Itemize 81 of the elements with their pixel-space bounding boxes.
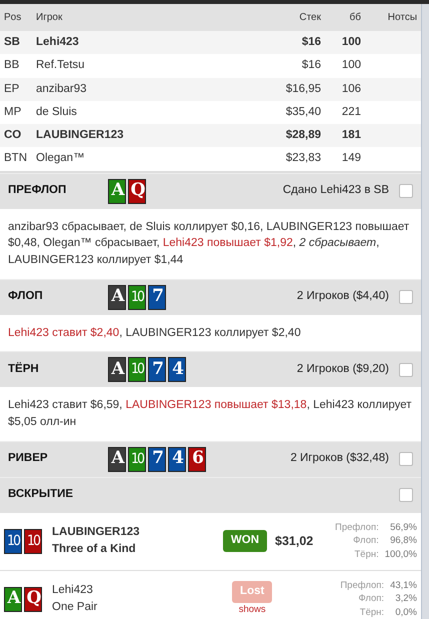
street-info: Сдано Lehi423 в SB	[282, 183, 389, 198]
table-cell: 181	[325, 124, 365, 148]
street-info: 2 Игроков ($9,20)	[296, 362, 389, 378]
hand-name: Three of a Kind	[52, 542, 137, 558]
playing-card: A	[108, 178, 126, 204]
street-info: 2 Игроков ($4,40)	[296, 289, 389, 304]
street-title: ФЛОП	[8, 289, 44, 304]
note-checkbox[interactable]	[399, 290, 413, 304]
street-info: 2 Игроков ($32,48)	[290, 451, 389, 466]
action-text: Lehi423 ставит $2,40, LAUBINGER123 коллирует $2,40	[7, 326, 302, 341]
playing-card: 10	[128, 357, 146, 382]
playing-card: 10	[24, 528, 42, 554]
note-checkbox[interactable]	[399, 488, 413, 502]
playing-card: 7	[148, 357, 166, 382]
table-cell: LAUBINGER123	[32, 124, 234, 148]
table-cell: CO	[0, 124, 32, 148]
table-cell: EP	[0, 78, 32, 101]
equity-value: 0,0%	[394, 606, 417, 619]
table-cell: 221	[325, 100, 365, 124]
result-badge: Lost	[232, 581, 272, 603]
amount: $31,02	[275, 532, 314, 550]
table-cell: BB	[0, 54, 32, 78]
equity-label: Тёрн:	[358, 606, 384, 619]
street-title: РИВЕР	[8, 451, 49, 466]
column-header: Стек	[234, 4, 325, 31]
table-cell: Ref.Tetsu	[32, 54, 234, 78]
playing-card: 6	[188, 446, 206, 472]
equity-label: Префлоп:	[340, 579, 384, 592]
playing-card: 10	[4, 528, 22, 554]
note-checkbox[interactable]	[399, 452, 413, 466]
table-cell: SB	[0, 31, 32, 54]
hand-name: One Pair	[52, 600, 98, 616]
player-name: LAUBINGER123	[52, 525, 140, 540]
playing-card: 7	[148, 446, 166, 472]
playing-card: A	[108, 357, 126, 382]
equity-label: Флоп:	[357, 592, 384, 606]
player-name: Lehi423	[52, 583, 94, 598]
table-cell: de Sluis	[32, 100, 234, 124]
table-cell: 100	[325, 54, 365, 78]
table-cell: $35,40	[234, 100, 325, 124]
playing-card: A	[108, 446, 126, 472]
equity-value: 100,0%	[384, 548, 417, 561]
note-checkbox[interactable]	[399, 184, 413, 198]
scrollbar[interactable]	[421, 4, 429, 619]
table-cell: $16	[234, 31, 325, 54]
action-text: anzibar93 сбрасывает, de Sluis коллирует $0,16, LAUBINGER123 повышает $0,48, Olegan™ сбрасывает, Lehi423 повышает $1,92, 2 сбрасывает, LAUBINGER123 коллирует $1,44	[7, 220, 410, 268]
equity-value: 43,1%	[390, 579, 417, 592]
table-cell: Lehi423	[32, 31, 234, 54]
playing-card: 4	[168, 357, 186, 382]
playing-card: 10	[128, 284, 146, 310]
playing-card: 4	[168, 446, 186, 472]
playing-card: Q	[128, 178, 146, 204]
column-header: Игрок	[32, 4, 234, 31]
equity-label: Префлоп:	[335, 521, 379, 534]
street-title: ТЁРН	[8, 361, 40, 378]
column-header: Pos	[0, 4, 32, 31]
street-title: ПРЕФЛОП	[8, 183, 68, 198]
equity-value: 56,9%	[389, 521, 417, 534]
column-header: бб	[325, 4, 365, 31]
table-cell: $16	[234, 54, 325, 78]
table-cell: $28,89	[234, 124, 325, 148]
equity-label: Флоп:	[352, 534, 379, 548]
playing-card: 7	[148, 284, 166, 310]
shows-label: shows	[238, 602, 266, 617]
action-text: Lehi423 ставит $6,59, LAUBINGER123 повышает $13,18, Lehi423 коллирует $5,05 олл-ин	[7, 398, 413, 430]
table-cell: anzibar93	[32, 78, 234, 101]
table-cell: 100	[325, 31, 365, 54]
playing-card: 10	[128, 446, 146, 472]
playing-card: A	[4, 586, 22, 612]
equity-label: Тёрн:	[354, 548, 379, 561]
street-title: ВСКРЫТИЕ	[8, 487, 74, 502]
table-cell: 106	[325, 78, 365, 101]
playing-card: Q	[24, 586, 42, 612]
table-cell: MP	[0, 100, 32, 124]
playing-card: A	[108, 284, 126, 310]
result-badge: WON	[222, 530, 268, 552]
equity-value: 96,8%	[389, 534, 417, 548]
equity-value: 3,2%	[394, 592, 417, 606]
column-header: Нотсы	[365, 4, 421, 31]
table-cell: $16,95	[234, 78, 325, 101]
note-checkbox[interactable]	[399, 362, 413, 377]
